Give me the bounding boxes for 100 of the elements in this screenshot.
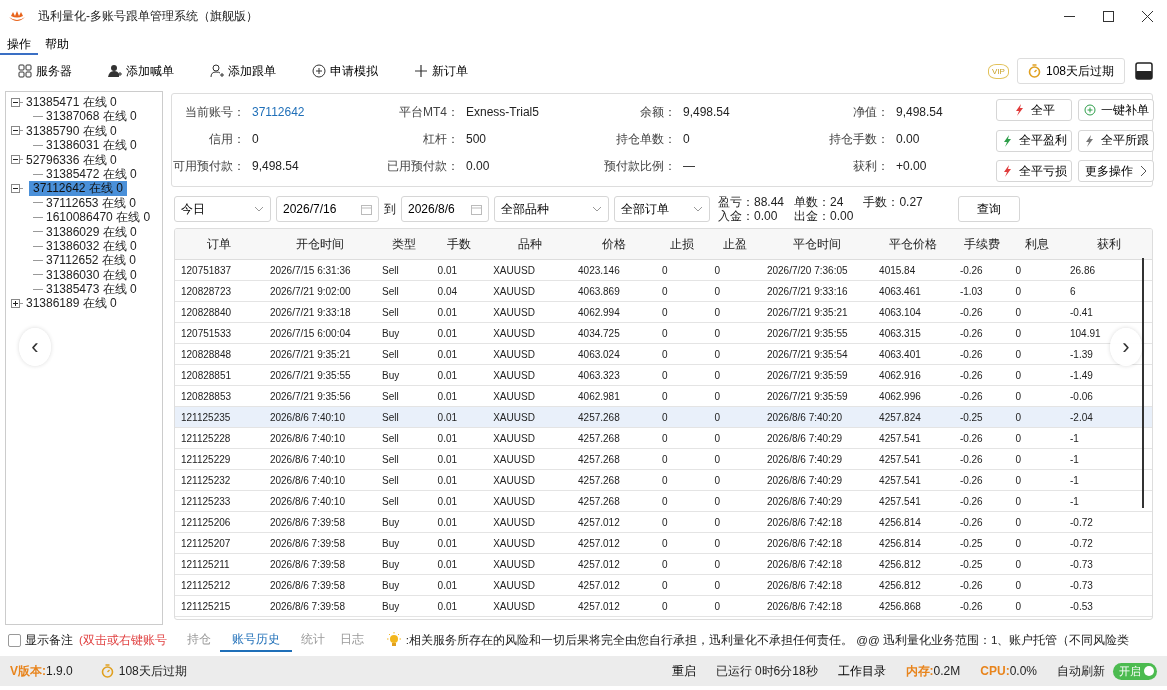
table-cell: 0: [1009, 511, 1064, 533]
table-cell: 0: [708, 469, 761, 491]
account-link[interactable]: 37112642: [252, 99, 372, 126]
column-header[interactable]: 开仓时间: [263, 229, 377, 260]
column-header[interactable]: 止盈: [708, 229, 761, 260]
dropdown[interactable]: 今日: [174, 196, 271, 222]
toolbar-button[interactable]: 申请模拟: [312, 62, 378, 80]
table-cell: 0: [1009, 364, 1064, 386]
table-cell: 4257.012: [572, 574, 656, 596]
table-cell: 121125207: [175, 532, 264, 554]
column-header[interactable]: 价格: [572, 229, 656, 260]
table-cell: 2026/8/6 7:40:10: [263, 490, 377, 512]
action-button[interactable]: 更多操作: [1078, 160, 1154, 183]
column-header[interactable]: 获利: [1064, 229, 1152, 260]
panel-icon[interactable]: [1135, 62, 1153, 80]
table-cell: 4063.104: [873, 301, 954, 323]
checkbox[interactable]: [8, 633, 21, 647]
toolbar-button[interactable]: 添加跟单: [210, 62, 276, 80]
tree-node[interactable]: 31386189 在线 0: [25, 296, 118, 311]
carousel-arrow-button[interactable]: ‹: [19, 328, 51, 366]
expiry-button[interactable]: 108天后过期: [1016, 58, 1125, 84]
table-cell: 2026/8/6 7:40:29: [760, 490, 874, 512]
toolbar-button[interactable]: 新订单: [414, 62, 468, 80]
table-cell: 0.01: [431, 469, 488, 491]
collapse-icon[interactable]: [11, 184, 20, 194]
table-cell: Sell: [376, 259, 432, 281]
collapse-icon[interactable]: [11, 97, 20, 107]
tree-node[interactable]: 37112653 在线 0: [45, 195, 137, 211]
action-button[interactable]: 一键补单: [1078, 99, 1154, 121]
column-header[interactable]: 订单: [175, 229, 264, 260]
table-cell: 0: [655, 259, 709, 281]
table-cell: 2026/8/6 7:42:18: [760, 595, 874, 617]
close-icon[interactable]: [1142, 11, 1153, 22]
column-header[interactable]: 手续费: [953, 229, 1010, 260]
query-button[interactable]: 查询: [957, 196, 1020, 222]
tree-node[interactable]: 31385473 在线 0: [45, 282, 138, 297]
tree-node[interactable]: 31386031 在线 0: [45, 138, 138, 153]
workdir-button[interactable]: 工作目录: [837, 662, 886, 680]
toolbar-button[interactable]: 服务器: [18, 62, 72, 80]
tree-node[interactable]: 31385472 在线 0: [45, 166, 138, 182]
column-header[interactable]: 利息: [1009, 229, 1064, 260]
tree-node[interactable]: 37112652 在线 0: [45, 253, 137, 268]
dropdown[interactable]: 全部订单: [614, 196, 710, 222]
table-cell: -0.26: [953, 469, 1010, 491]
table-cell: XAUUSD: [487, 595, 573, 617]
tree-node[interactable]: 52796336 在线 0: [25, 152, 118, 167]
carousel-arrow-button[interactable]: ›: [1110, 328, 1142, 366]
table-cell: -0.26: [953, 427, 1010, 449]
field-label: 获利：: [852, 158, 889, 175]
tree-node[interactable]: 37112642 在线 0: [29, 181, 127, 196]
menu-item[interactable]: 帮助: [38, 33, 76, 55]
cpu-value: 0.0%: [1009, 664, 1037, 678]
action-button[interactable]: 全平盈利: [996, 129, 1072, 152]
table-cell: XAUUSD: [487, 385, 573, 407]
dropdown[interactable]: 全部品种: [494, 196, 609, 222]
toolbar-button[interactable]: 添加喊单: [108, 62, 174, 80]
table-cell: 0: [655, 301, 709, 323]
table-cell: XAUUSD: [487, 553, 573, 575]
date-field[interactable]: 2026/8/6: [401, 196, 489, 222]
table-cell: 120751837: [175, 259, 264, 281]
table-cell: Sell: [376, 385, 432, 407]
collapse-icon[interactable]: [11, 155, 20, 165]
memory-label: 内存:: [905, 662, 934, 680]
table-cell: -0.26: [953, 511, 1010, 533]
table-cell: -0.26: [953, 595, 1010, 617]
tree-node[interactable]: 31386029 在线 0: [45, 224, 138, 239]
column-header[interactable]: 止损: [655, 229, 709, 260]
column-header[interactable]: 品种: [487, 229, 573, 260]
checkbox-label: 显示备注: [25, 631, 73, 649]
action-button[interactable]: 全平所跟: [1078, 129, 1154, 152]
action-button[interactable]: 全平亏损: [996, 160, 1072, 183]
field-label: 可用预付款：: [172, 158, 245, 175]
collapse-icon[interactable]: [11, 126, 20, 136]
column-header[interactable]: 平仓价格: [873, 229, 954, 260]
column-header[interactable]: 类型: [376, 229, 432, 260]
table-cell: -0.26: [953, 448, 1010, 470]
table-cell: -0.26: [953, 301, 1010, 323]
table-cell: Buy: [376, 574, 432, 596]
column-header[interactable]: 手数: [431, 229, 488, 260]
expand-icon[interactable]: [11, 299, 20, 309]
table-cell: 4256.868: [873, 595, 954, 617]
table-cell: 4063.323: [572, 364, 656, 386]
tab[interactable]: 账号历史: [219, 628, 292, 652]
tree-node[interactable]: 31386030 在线 0: [45, 267, 138, 283]
tree-node[interactable]: 31385790 在线 0: [25, 123, 118, 139]
calendar-icon: [471, 203, 482, 215]
tree-node[interactable]: 1610086470 在线 0: [45, 210, 152, 225]
maximize-icon[interactable]: [1103, 11, 1114, 22]
column-header[interactable]: 平仓时间: [760, 229, 874, 260]
date-field[interactable]: 2026/7/16: [276, 196, 379, 222]
menu-item[interactable]: 操作: [0, 33, 38, 55]
tree-node[interactable]: 31387068 在线 0: [45, 109, 138, 124]
action-button[interactable]: 全平: [996, 99, 1072, 121]
table-cell: 2026/7/21 9:35:59: [760, 364, 874, 386]
table-cell: 0: [1009, 574, 1064, 596]
tree-node[interactable]: 31386032 在线 0: [45, 238, 138, 254]
scrollbar[interactable]: [1142, 258, 1144, 508]
table-cell: 2026/7/15 6:31:36: [263, 259, 377, 281]
tree-node[interactable]: 31385471 在线 0: [25, 95, 118, 110]
restart-button[interactable]: 重启: [671, 662, 696, 680]
